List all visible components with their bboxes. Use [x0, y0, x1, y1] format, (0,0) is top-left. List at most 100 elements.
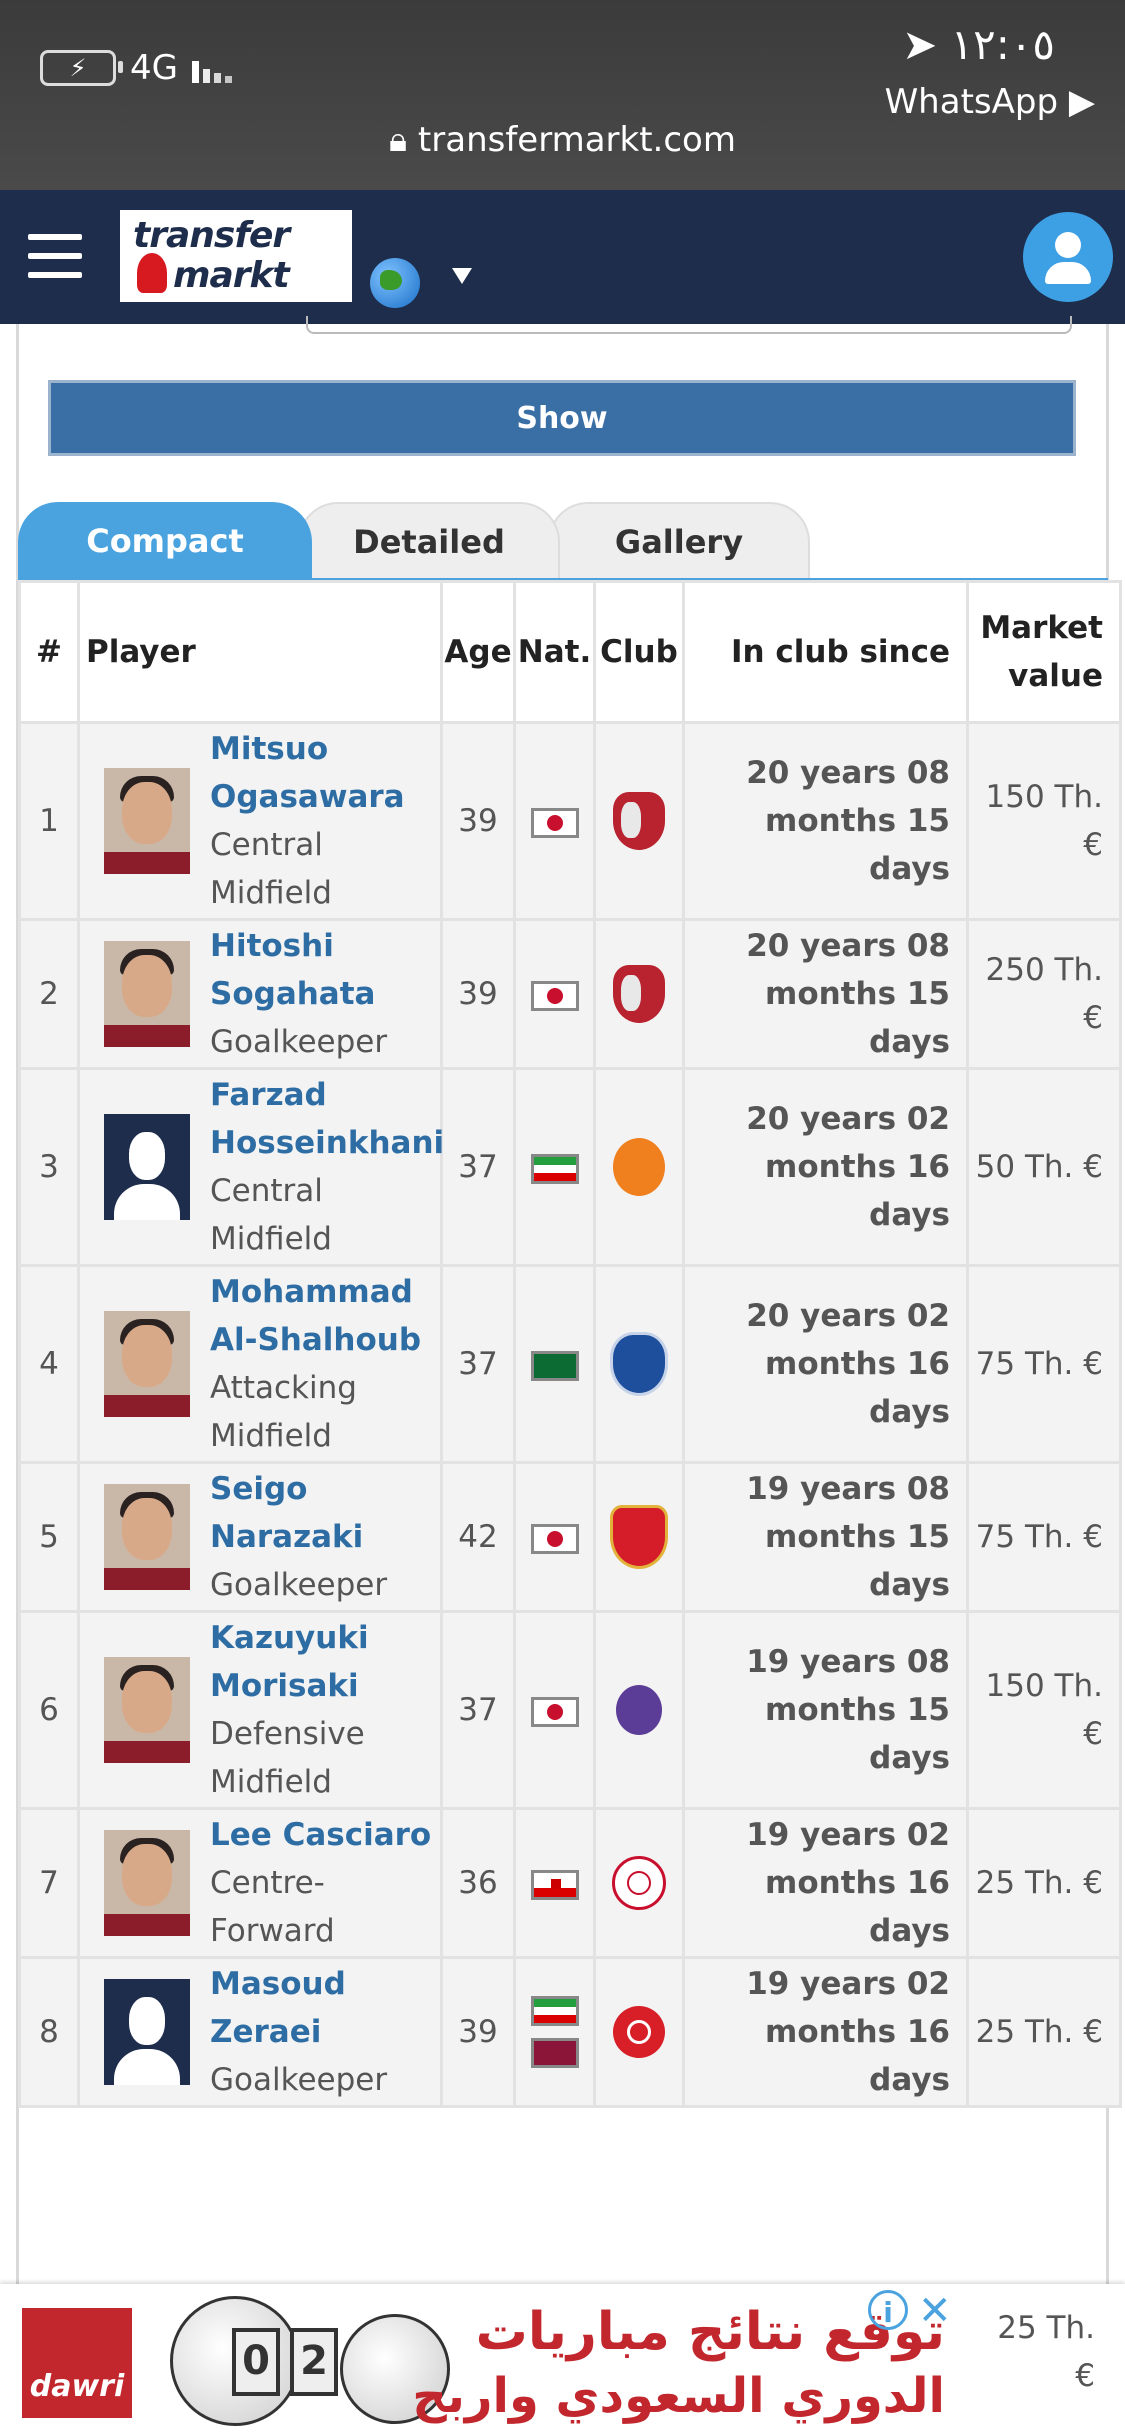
- club-crest-icon[interactable]: [610, 1332, 668, 1396]
- club-cell[interactable]: [593, 1956, 685, 2108]
- chevron-down-icon[interactable]: [452, 268, 472, 284]
- club-crest-icon[interactable]: [613, 2006, 665, 2058]
- transfermarkt-logo[interactable]: transfer markt: [118, 208, 354, 304]
- club-cell[interactable]: [593, 1067, 685, 1267]
- tab-compact[interactable]: Compact: [18, 502, 312, 580]
- player-position: Attacking Midfield: [210, 1370, 357, 1454]
- advertisement-banner[interactable]: 25 Th. € dawri 0 2 توقع نتائج مباريات ال…: [0, 2284, 1125, 2436]
- url-bar[interactable]: 🔒︎ transfermarkt.com: [0, 120, 1125, 160]
- globe-icon[interactable]: [370, 258, 420, 308]
- col-number[interactable]: #: [18, 580, 80, 724]
- table-row[interactable]: 7 Lee Casciaro Centre-Forward 36 19 years 02…: [18, 1807, 1122, 1959]
- market-value: 150 Th. €: [966, 1610, 1122, 1810]
- row-number: 8: [18, 1956, 80, 2108]
- tab-gallery[interactable]: Gallery: [548, 502, 810, 580]
- player-photo[interactable]: [104, 1484, 190, 1590]
- player-name-link[interactable]: Farzad Hosseinkhani: [210, 1071, 444, 1167]
- player-cell: Lee Casciaro Centre-Forward: [77, 1807, 443, 1959]
- site-header: transfer markt: [0, 190, 1125, 324]
- player-cell: Farzad Hosseinkhani Central Midfield: [77, 1067, 444, 1267]
- col-age[interactable]: Age: [440, 580, 516, 724]
- col-club: Club: [593, 580, 685, 724]
- in-club-since: 19 years 08 months 15 days: [682, 1610, 969, 1810]
- player-position: Central Midfield: [210, 1173, 332, 1257]
- row-number: 5: [18, 1461, 80, 1613]
- club-crest-icon[interactable]: [613, 965, 665, 1023]
- in-club-since: 20 years 08 months 15 days: [682, 721, 969, 921]
- player-position: Defensive Midfield: [210, 1716, 365, 1800]
- player-photo[interactable]: [104, 1311, 190, 1417]
- flag-icon: [530, 2038, 579, 2068]
- ad-info-icon[interactable]: i: [868, 2290, 908, 2330]
- player-position: Central Midfield: [210, 827, 332, 911]
- club-crest-icon[interactable]: [612, 1856, 666, 1910]
- club-crest-icon[interactable]: [616, 1685, 662, 1735]
- show-button[interactable]: Show: [48, 380, 1076, 456]
- col-in-club-since[interactable]: In club since: [682, 580, 969, 724]
- player-name-link[interactable]: Mitsuo Ogasawara: [210, 725, 439, 821]
- table-row[interactable]: 4 Mohammad Al-Shalhoub Attacking Midfield 3…: [18, 1264, 1122, 1464]
- back-to-app-link[interactable]: WhatsApp ▶: [885, 82, 1095, 122]
- club-cell[interactable]: [593, 1610, 685, 1810]
- player-photo[interactable]: [104, 1657, 190, 1763]
- player-position: Goalkeeper: [210, 1024, 388, 1060]
- player-photo[interactable]: [104, 941, 190, 1047]
- player-photo[interactable]: [104, 1979, 190, 2085]
- in-club-since: 19 years 08 months 15 days: [682, 1461, 969, 1613]
- club-cell[interactable]: [593, 721, 685, 921]
- club-crest-icon[interactable]: [613, 792, 665, 850]
- club-crest-icon[interactable]: [613, 1138, 665, 1196]
- table-row[interactable]: 1 Mitsuo Ogasawara Central Midfield 39 20 ye…: [18, 721, 1122, 921]
- club-cell[interactable]: [593, 1461, 685, 1613]
- logo-figure: [137, 253, 167, 293]
- row-number: 4: [18, 1264, 80, 1464]
- ad-subheadline: الدوري السعودي واربح: [412, 2368, 945, 2424]
- battery-icon: ⚡: [40, 50, 123, 86]
- ad-close-icon[interactable]: ✕: [918, 2288, 952, 2334]
- user-account-button[interactable]: [1023, 212, 1113, 302]
- menu-icon[interactable]: [28, 234, 82, 291]
- player-photo[interactable]: [104, 768, 190, 874]
- in-club-since: 20 years 02 months 16 days: [682, 1067, 969, 1267]
- player-name-link[interactable]: Lee Casciaro: [210, 1811, 439, 1859]
- lock-icon: 🔒︎: [389, 120, 418, 160]
- table-row[interactable]: 8 Masoud Zeraei Goalkeeper 39 19 years 02 mo…: [18, 1956, 1122, 2108]
- player-age: 37: [440, 1610, 516, 1810]
- nationality-cell: [513, 1461, 596, 1613]
- player-name-link[interactable]: Masoud Zeraei: [210, 1960, 439, 2056]
- nationality-cell: [513, 1067, 596, 1267]
- player-position: Centre-Forward: [210, 1865, 335, 1949]
- row-number: 6: [18, 1610, 80, 1810]
- player-photo[interactable]: [104, 1114, 190, 1220]
- club-crest-icon[interactable]: [610, 1505, 668, 1569]
- club-cell[interactable]: [593, 1807, 685, 1959]
- filter-select[interactable]: [306, 316, 1072, 334]
- player-age: 39: [440, 1956, 516, 2108]
- table-row[interactable]: 2 Hitoshi Sogahata Goalkeeper 39 20 years 08…: [18, 918, 1122, 1070]
- club-cell[interactable]: [593, 1264, 685, 1464]
- player-photo[interactable]: [104, 1830, 190, 1936]
- flag-icon: [530, 807, 579, 838]
- table-row[interactable]: 3 Farzad Hosseinkhani Central Midfield 37 20…: [18, 1067, 1122, 1267]
- player-name-link[interactable]: Hitoshi Sogahata: [210, 922, 439, 1018]
- clock: ➤ ١٢:٠٥: [902, 20, 1055, 69]
- market-value: 150 Th. €: [966, 721, 1122, 921]
- flag-icon: [530, 1523, 579, 1554]
- signal-icon: [191, 53, 232, 83]
- table-row[interactable]: 5 Seigo Narazaki Goalkeeper 42 19 years 08 m…: [18, 1461, 1122, 1613]
- col-market-value[interactable]: Market value: [966, 580, 1122, 724]
- market-value: 25 Th. €: [966, 1807, 1122, 1959]
- player-cell: Mitsuo Ogasawara Central Midfield: [77, 721, 443, 921]
- market-value: 250 Th. €: [966, 918, 1122, 1070]
- market-value: 75 Th. €: [966, 1461, 1122, 1613]
- tab-detailed[interactable]: Detailed: [298, 502, 560, 580]
- flag-icon: [530, 980, 579, 1011]
- player-position: Goalkeeper: [210, 1567, 388, 1603]
- player-name-link[interactable]: Seigo Narazaki: [210, 1465, 439, 1561]
- club-cell[interactable]: [593, 918, 685, 1070]
- player-name-link[interactable]: Kazuyuki Morisaki: [210, 1614, 439, 1710]
- col-player[interactable]: Player: [77, 580, 443, 724]
- in-club-since: 20 years 02 months 16 days: [682, 1264, 969, 1464]
- table-row[interactable]: 6 Kazuyuki Morisaki Defensive Midfield 37 19…: [18, 1610, 1122, 1810]
- player-name-link[interactable]: Mohammad Al-Shalhoub: [210, 1268, 439, 1364]
